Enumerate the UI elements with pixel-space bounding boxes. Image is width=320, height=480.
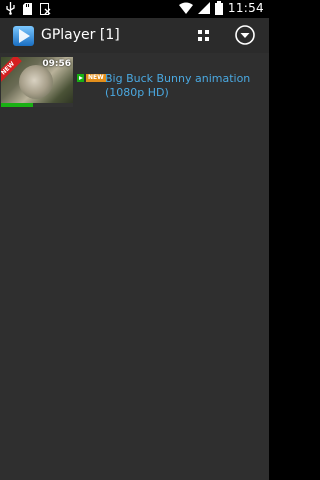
watch-progress-bar (1, 103, 73, 107)
app-bar: GPlayer [1] (0, 18, 269, 53)
wifi-icon (178, 2, 193, 14)
status-bar: 11:54 (0, 0, 269, 18)
new-badge: NEW (86, 74, 106, 82)
video-list: NEW 09:56 NEW Big Buck Bunny animation (… (0, 53, 269, 480)
gplayer-logo-icon[interactable] (13, 26, 34, 46)
image-icon (40, 2, 51, 15)
play-badge-icon (77, 74, 84, 82)
thumbnail-image (19, 65, 53, 99)
battery-icon (214, 1, 223, 15)
watch-progress-fill (1, 103, 34, 107)
grid-view-icon[interactable] (193, 25, 214, 46)
dropdown-menu-icon[interactable] (234, 24, 256, 46)
usb-icon (6, 2, 15, 15)
status-time: 11:54 (227, 1, 264, 15)
video-list-item[interactable]: NEW 09:56 NEW Big Buck Bunny animation (… (0, 57, 269, 109)
sd-card-icon (23, 2, 32, 15)
video-title[interactable]: Big Buck Bunny animation (1080p HD) (105, 72, 265, 100)
video-duration: 09:56 (42, 59, 71, 69)
video-badges: NEW (77, 74, 106, 82)
video-thumbnail[interactable]: NEW 09:56 (1, 57, 73, 107)
signal-icon (197, 2, 210, 14)
app-title: GPlayer [1] (41, 27, 120, 43)
